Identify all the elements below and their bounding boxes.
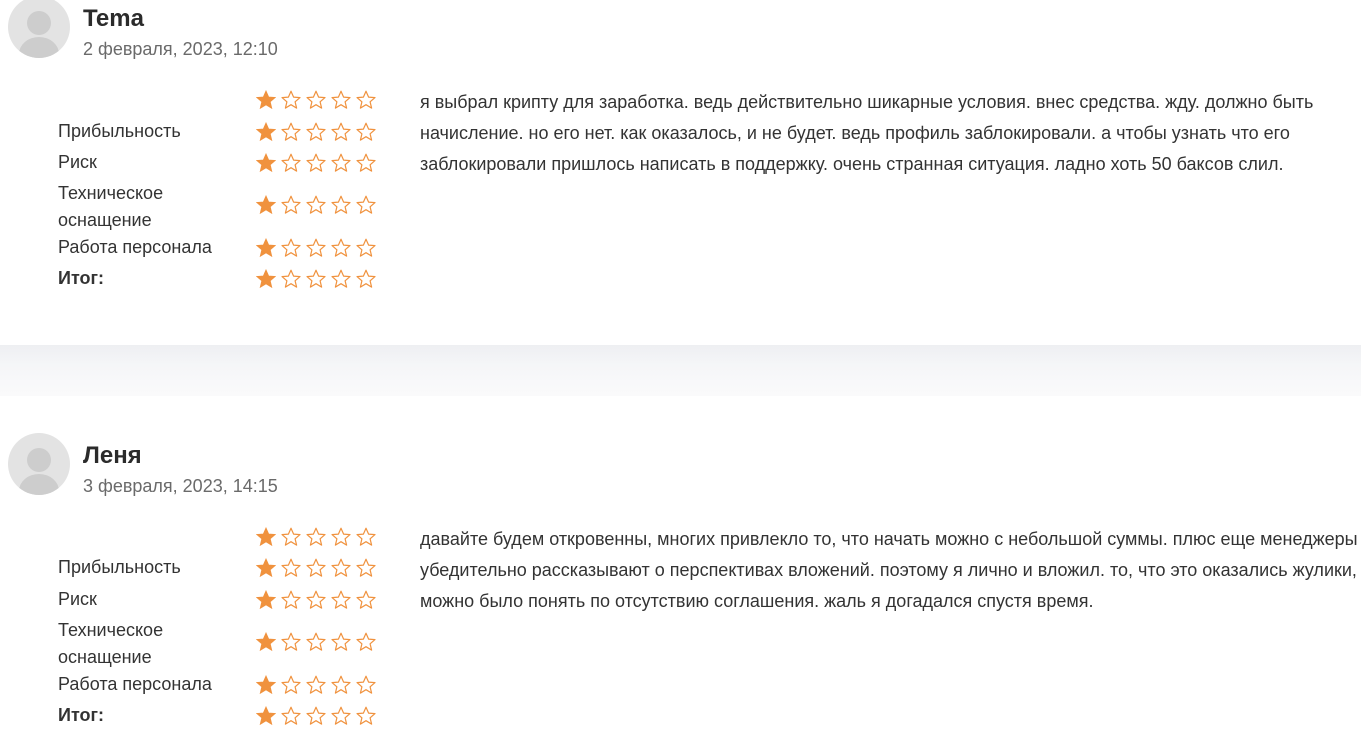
star-empty-icon xyxy=(306,527,326,547)
star-empty-icon xyxy=(331,675,351,695)
star-rating xyxy=(256,675,381,695)
star-empty-icon xyxy=(331,590,351,610)
avatar-body-icon xyxy=(19,474,59,495)
avatar-head-icon xyxy=(27,11,51,35)
review-text: я выбрал крипту для заработка. ведь дейс… xyxy=(420,92,1314,174)
star-empty-icon xyxy=(281,706,301,726)
star-filled-icon xyxy=(256,675,276,695)
star-filled-icon xyxy=(256,558,276,578)
avatar-head-icon xyxy=(27,448,51,472)
star-rating xyxy=(256,269,381,289)
star-empty-icon xyxy=(356,590,376,610)
star-rating xyxy=(256,122,381,142)
star-empty-icon xyxy=(331,122,351,142)
avatar xyxy=(8,0,70,58)
star-rating xyxy=(256,238,381,258)
star-empty-icon xyxy=(331,90,351,110)
rating-label: Техническое оснащение xyxy=(58,620,164,667)
avatar xyxy=(8,433,70,495)
star-empty-icon xyxy=(306,195,326,215)
star-rating xyxy=(256,527,381,547)
star-empty-icon xyxy=(281,558,301,578)
star-empty-icon xyxy=(331,269,351,289)
star-empty-icon xyxy=(331,527,351,547)
star-empty-icon xyxy=(281,90,301,110)
rating-label: Техническое оснащение xyxy=(58,183,164,230)
rating-label: Работа персонала xyxy=(58,674,212,694)
star-empty-icon xyxy=(331,238,351,258)
review-author: Леня xyxy=(83,442,142,469)
star-rating xyxy=(256,632,381,652)
star-empty-icon xyxy=(356,195,376,215)
star-empty-icon xyxy=(331,195,351,215)
rating-label: Итог: xyxy=(58,705,105,725)
star-empty-icon xyxy=(306,269,326,289)
star-empty-icon xyxy=(331,632,351,652)
star-empty-icon xyxy=(356,632,376,652)
star-filled-icon xyxy=(256,153,276,173)
star-empty-icon xyxy=(331,558,351,578)
rating-label: Прибыльность xyxy=(58,121,181,141)
rating-label: Итог: xyxy=(58,268,105,288)
review-author: Tema xyxy=(83,5,144,32)
star-empty-icon xyxy=(281,675,301,695)
review-date: 3 февраля, 2023, 14:15 xyxy=(83,476,278,496)
review-date: 2 февраля, 2023, 12:10 xyxy=(83,39,278,59)
star-empty-icon xyxy=(306,558,326,578)
star-empty-icon xyxy=(306,90,326,110)
star-rating xyxy=(256,195,381,215)
star-empty-icon xyxy=(281,632,301,652)
rating-label: Прибыльность xyxy=(58,557,181,577)
star-filled-icon xyxy=(256,269,276,289)
star-empty-icon xyxy=(281,238,301,258)
rating-label: Риск xyxy=(58,152,97,172)
star-empty-icon xyxy=(306,706,326,726)
star-filled-icon xyxy=(256,122,276,142)
star-empty-icon xyxy=(306,238,326,258)
star-rating xyxy=(256,706,381,726)
star-empty-icon xyxy=(281,527,301,547)
star-empty-icon xyxy=(306,153,326,173)
star-rating xyxy=(256,558,381,578)
star-rating xyxy=(256,153,381,173)
star-empty-icon xyxy=(356,675,376,695)
star-empty-icon xyxy=(281,153,301,173)
star-empty-icon xyxy=(306,632,326,652)
rating-label: Работа персонала xyxy=(58,237,212,257)
star-filled-icon xyxy=(256,527,276,547)
star-empty-icon xyxy=(356,122,376,142)
star-empty-icon xyxy=(306,122,326,142)
star-empty-icon xyxy=(356,706,376,726)
star-empty-icon xyxy=(356,269,376,289)
star-empty-icon xyxy=(331,706,351,726)
rating-label: Риск xyxy=(58,589,97,609)
star-empty-icon xyxy=(281,122,301,142)
star-filled-icon xyxy=(256,706,276,726)
star-empty-icon xyxy=(356,90,376,110)
star-filled-icon xyxy=(256,90,276,110)
star-rating xyxy=(256,90,381,110)
star-rating xyxy=(256,590,381,610)
review-text: давайте будем откровенны, многих привлек… xyxy=(420,529,1358,611)
review-separator xyxy=(0,345,1361,396)
avatar-body-icon xyxy=(19,37,59,58)
star-empty-icon xyxy=(306,590,326,610)
star-empty-icon xyxy=(281,269,301,289)
star-empty-icon xyxy=(356,558,376,578)
star-filled-icon xyxy=(256,632,276,652)
star-filled-icon xyxy=(256,238,276,258)
star-filled-icon xyxy=(256,195,276,215)
star-empty-icon xyxy=(306,675,326,695)
star-empty-icon xyxy=(281,195,301,215)
review-card: Tema 2 февраля, 2023, 12:10 Прибыльность… xyxy=(0,0,1361,345)
star-empty-icon xyxy=(281,590,301,610)
star-empty-icon xyxy=(356,527,376,547)
star-filled-icon xyxy=(256,590,276,610)
star-empty-icon xyxy=(356,153,376,173)
star-empty-icon xyxy=(356,238,376,258)
star-empty-icon xyxy=(331,153,351,173)
review-card: Леня 3 февраля, 2023, 14:15 Прибыльность… xyxy=(0,396,1361,745)
